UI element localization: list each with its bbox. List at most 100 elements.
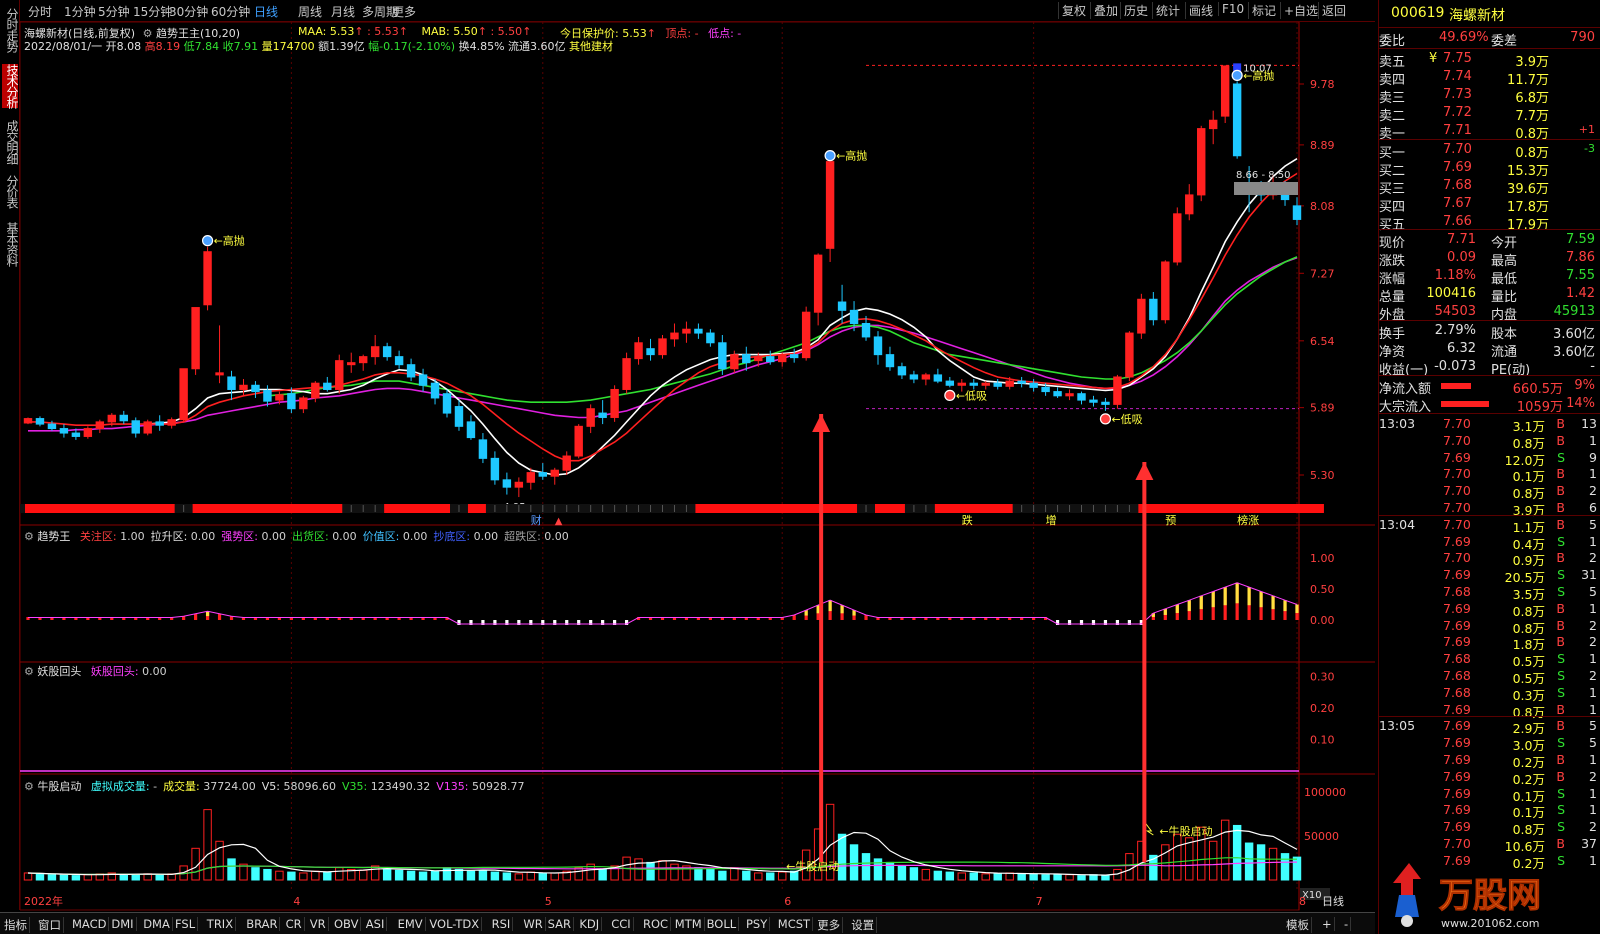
candle[interactable] (454, 400, 464, 431)
candle[interactable] (694, 323, 703, 339)
candle[interactable] (23, 417, 33, 425)
candle[interactable] (514, 477, 524, 498)
candle[interactable] (59, 424, 69, 438)
indicator-tab-wr[interactable]: WR (521, 917, 546, 931)
candle[interactable] (1232, 81, 1242, 159)
candle[interactable] (370, 334, 380, 365)
indicator-tab-mtm[interactable]: MTM (673, 917, 705, 931)
candle[interactable] (598, 400, 607, 425)
candle[interactable] (813, 253, 823, 326)
period-monthly[interactable]: 月线 (331, 3, 355, 20)
candle[interactable] (251, 381, 260, 398)
candle[interactable] (969, 379, 978, 390)
candle[interactable] (801, 306, 811, 361)
candle[interactable] (1077, 391, 1086, 405)
period-more[interactable]: 更多 (392, 3, 416, 20)
left-tab-1[interactable]: 技术分析 (2, 64, 19, 108)
indicator-tab-vol-tdx[interactable]: VOL-TDX (427, 917, 483, 931)
period-5min[interactable]: 5分钟 (98, 3, 130, 20)
candle[interactable] (215, 325, 224, 384)
candle[interactable] (550, 467, 559, 485)
candle[interactable] (1197, 125, 1206, 202)
candle[interactable] (586, 404, 595, 434)
candle[interactable] (1292, 197, 1302, 226)
candle[interactable] (909, 370, 919, 384)
indicator-tab-obv[interactable]: OBV (332, 917, 362, 931)
toolbar-f10-button[interactable]: F10 (1218, 2, 1247, 16)
candle[interactable] (323, 376, 332, 392)
indicator-tab-kdj[interactable]: KDJ (577, 917, 603, 931)
candle[interactable] (358, 354, 368, 371)
toolbar-overlay-button[interactable]: 叠加 (1090, 2, 1121, 19)
left-tab-4[interactable]: 基本资料 (2, 222, 19, 266)
candle[interactable] (897, 362, 907, 380)
candle[interactable] (993, 379, 1002, 390)
indicator-tab-cci[interactable]: CCI (609, 917, 634, 931)
indicator-tab-trix[interactable]: TRIX (205, 917, 237, 931)
candle[interactable] (83, 426, 93, 439)
candle[interactable] (1125, 331, 1134, 382)
period-1min[interactable]: 1分钟 (64, 3, 96, 20)
zoom-out-button[interactable]: - (1342, 917, 1352, 931)
candle[interactable] (658, 334, 667, 359)
candle[interactable] (143, 419, 152, 436)
indicator-tab-brar[interactable]: BRAR (244, 917, 281, 931)
candle[interactable] (670, 323, 679, 347)
toolbar-stats-button[interactable]: 统计 (1152, 2, 1183, 19)
candle[interactable] (646, 338, 655, 361)
candle[interactable] (921, 372, 931, 386)
left-tab-3[interactable]: 分价表 (2, 175, 19, 208)
candle[interactable] (191, 307, 200, 375)
zoom-in-button[interactable]: + (1320, 917, 1335, 931)
indicator-tab-rsi[interactable]: RSI (490, 917, 514, 931)
candle[interactable] (610, 385, 619, 422)
indicator-tab-vr[interactable]: VR (308, 917, 329, 931)
candle[interactable] (1173, 207, 1182, 266)
indicator-tab-设置[interactable]: 设置 (849, 917, 878, 933)
left-tab-0[interactable]: 分时走势 (2, 8, 19, 52)
candle[interactable] (622, 352, 631, 394)
period-15min[interactable]: 15分钟 (133, 3, 172, 20)
candle[interactable] (562, 451, 571, 475)
candle[interactable] (35, 416, 45, 427)
candle[interactable] (466, 415, 476, 440)
candle[interactable] (119, 410, 128, 425)
candle[interactable] (179, 368, 188, 422)
candle[interactable] (442, 389, 452, 418)
indicator-tab-mcst[interactable]: MCST (776, 917, 814, 931)
indicator-tab-sar[interactable]: SAR (546, 917, 574, 931)
candle[interactable] (778, 352, 787, 367)
candle[interactable] (490, 451, 500, 485)
indicator-tab-macd[interactable]: MACD (70, 917, 110, 931)
candle[interactable] (131, 417, 140, 438)
candle[interactable] (933, 368, 943, 384)
candle[interactable] (1208, 110, 1218, 145)
candle[interactable] (825, 161, 835, 262)
indicator-tab-dmi[interactable]: DMI (109, 917, 137, 931)
toolbar-back-button[interactable]: 返回 (1318, 2, 1349, 19)
candle[interactable] (1161, 260, 1170, 324)
period-60min[interactable]: 60分钟 (211, 3, 250, 20)
candle[interactable] (239, 379, 248, 396)
candle[interactable] (1137, 293, 1146, 339)
candle[interactable] (394, 350, 404, 369)
candle[interactable] (382, 342, 392, 361)
candle[interactable] (418, 368, 428, 392)
candle[interactable] (945, 376, 955, 388)
indicator-tab-emv[interactable]: EMV (396, 917, 426, 931)
candle[interactable] (1149, 291, 1158, 326)
candle[interactable] (1185, 184, 1194, 221)
candle[interactable] (837, 284, 847, 324)
toolbar-history-button[interactable]: 历史 (1120, 2, 1151, 19)
candle[interactable] (430, 379, 440, 405)
candle[interactable] (1113, 374, 1122, 409)
candle[interactable] (406, 358, 416, 382)
period-weekly[interactable]: 周线 (298, 3, 322, 20)
candle[interactable] (682, 321, 691, 343)
candle[interactable] (634, 336, 643, 365)
left-tab-2[interactable]: 成交明细 (2, 120, 19, 164)
candle[interactable] (718, 334, 727, 375)
toolbar-mark-button[interactable]: 标记 (1248, 2, 1279, 19)
candle[interactable] (885, 346, 895, 371)
indicator-tab-boll[interactable]: BOLL (705, 917, 740, 931)
